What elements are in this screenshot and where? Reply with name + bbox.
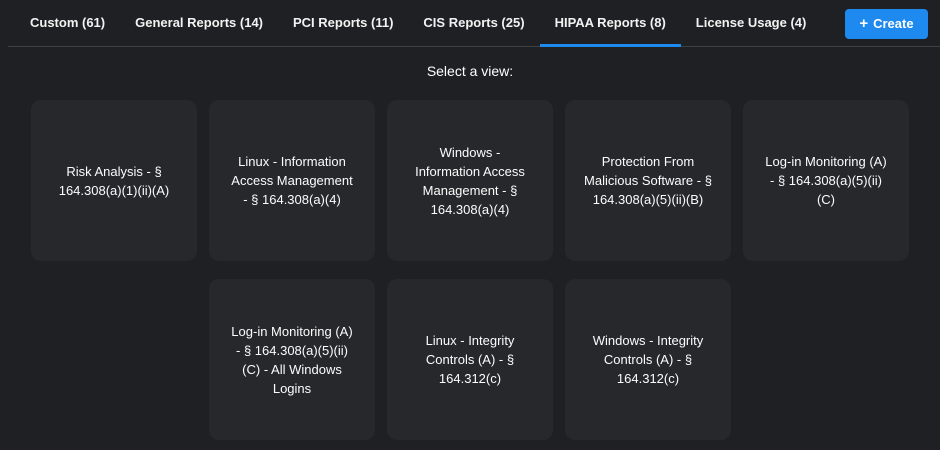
view-card-grid: Risk Analysis - § 164.308(a)(1)(ii)(A) L…: [0, 100, 940, 440]
create-button[interactable]: + Create: [845, 9, 927, 39]
create-button-label: Create: [873, 16, 913, 31]
card-row-1: Risk Analysis - § 164.308(a)(1)(ii)(A) L…: [0, 100, 940, 261]
view-card-linux-integrity-controls[interactable]: Linux - Integrity Controls (A) - § 164.3…: [387, 279, 553, 440]
view-card-windows-info-access[interactable]: Windows - Information Access Management …: [387, 100, 553, 261]
view-card-login-monitoring-all-windows[interactable]: Log-in Monitoring (A) - § 164.308(a)(5)(…: [209, 279, 375, 440]
card-row-2: Log-in Monitoring (A) - § 164.308(a)(5)(…: [0, 279, 940, 440]
view-card-windows-integrity-controls[interactable]: Windows - Integrity Controls (A) - § 164…: [565, 279, 731, 440]
view-card-login-monitoring[interactable]: Log-in Monitoring (A) - § 164.308(a)(5)(…: [743, 100, 909, 261]
tab-hipaa-reports[interactable]: HIPAA Reports (8): [540, 0, 681, 47]
select-view-prompt: Select a view:: [0, 47, 940, 79]
view-card-linux-info-access[interactable]: Linux - Information Access Management - …: [209, 100, 375, 261]
tab-pci-reports[interactable]: PCI Reports (11): [278, 0, 408, 47]
tab-license-usage[interactable]: License Usage (4): [681, 0, 822, 47]
view-card-protection-malicious-software[interactable]: Protection From Malicious Software - § 1…: [565, 100, 731, 261]
tab-general-reports[interactable]: General Reports (14): [120, 0, 278, 47]
plus-icon: +: [859, 16, 868, 31]
report-tab-bar: Custom (61) General Reports (14) PCI Rep…: [0, 0, 940, 47]
view-card-risk-analysis[interactable]: Risk Analysis - § 164.308(a)(1)(ii)(A): [31, 100, 197, 261]
tab-custom[interactable]: Custom (61): [15, 0, 120, 47]
tab-cis-reports[interactable]: CIS Reports (25): [408, 0, 539, 47]
